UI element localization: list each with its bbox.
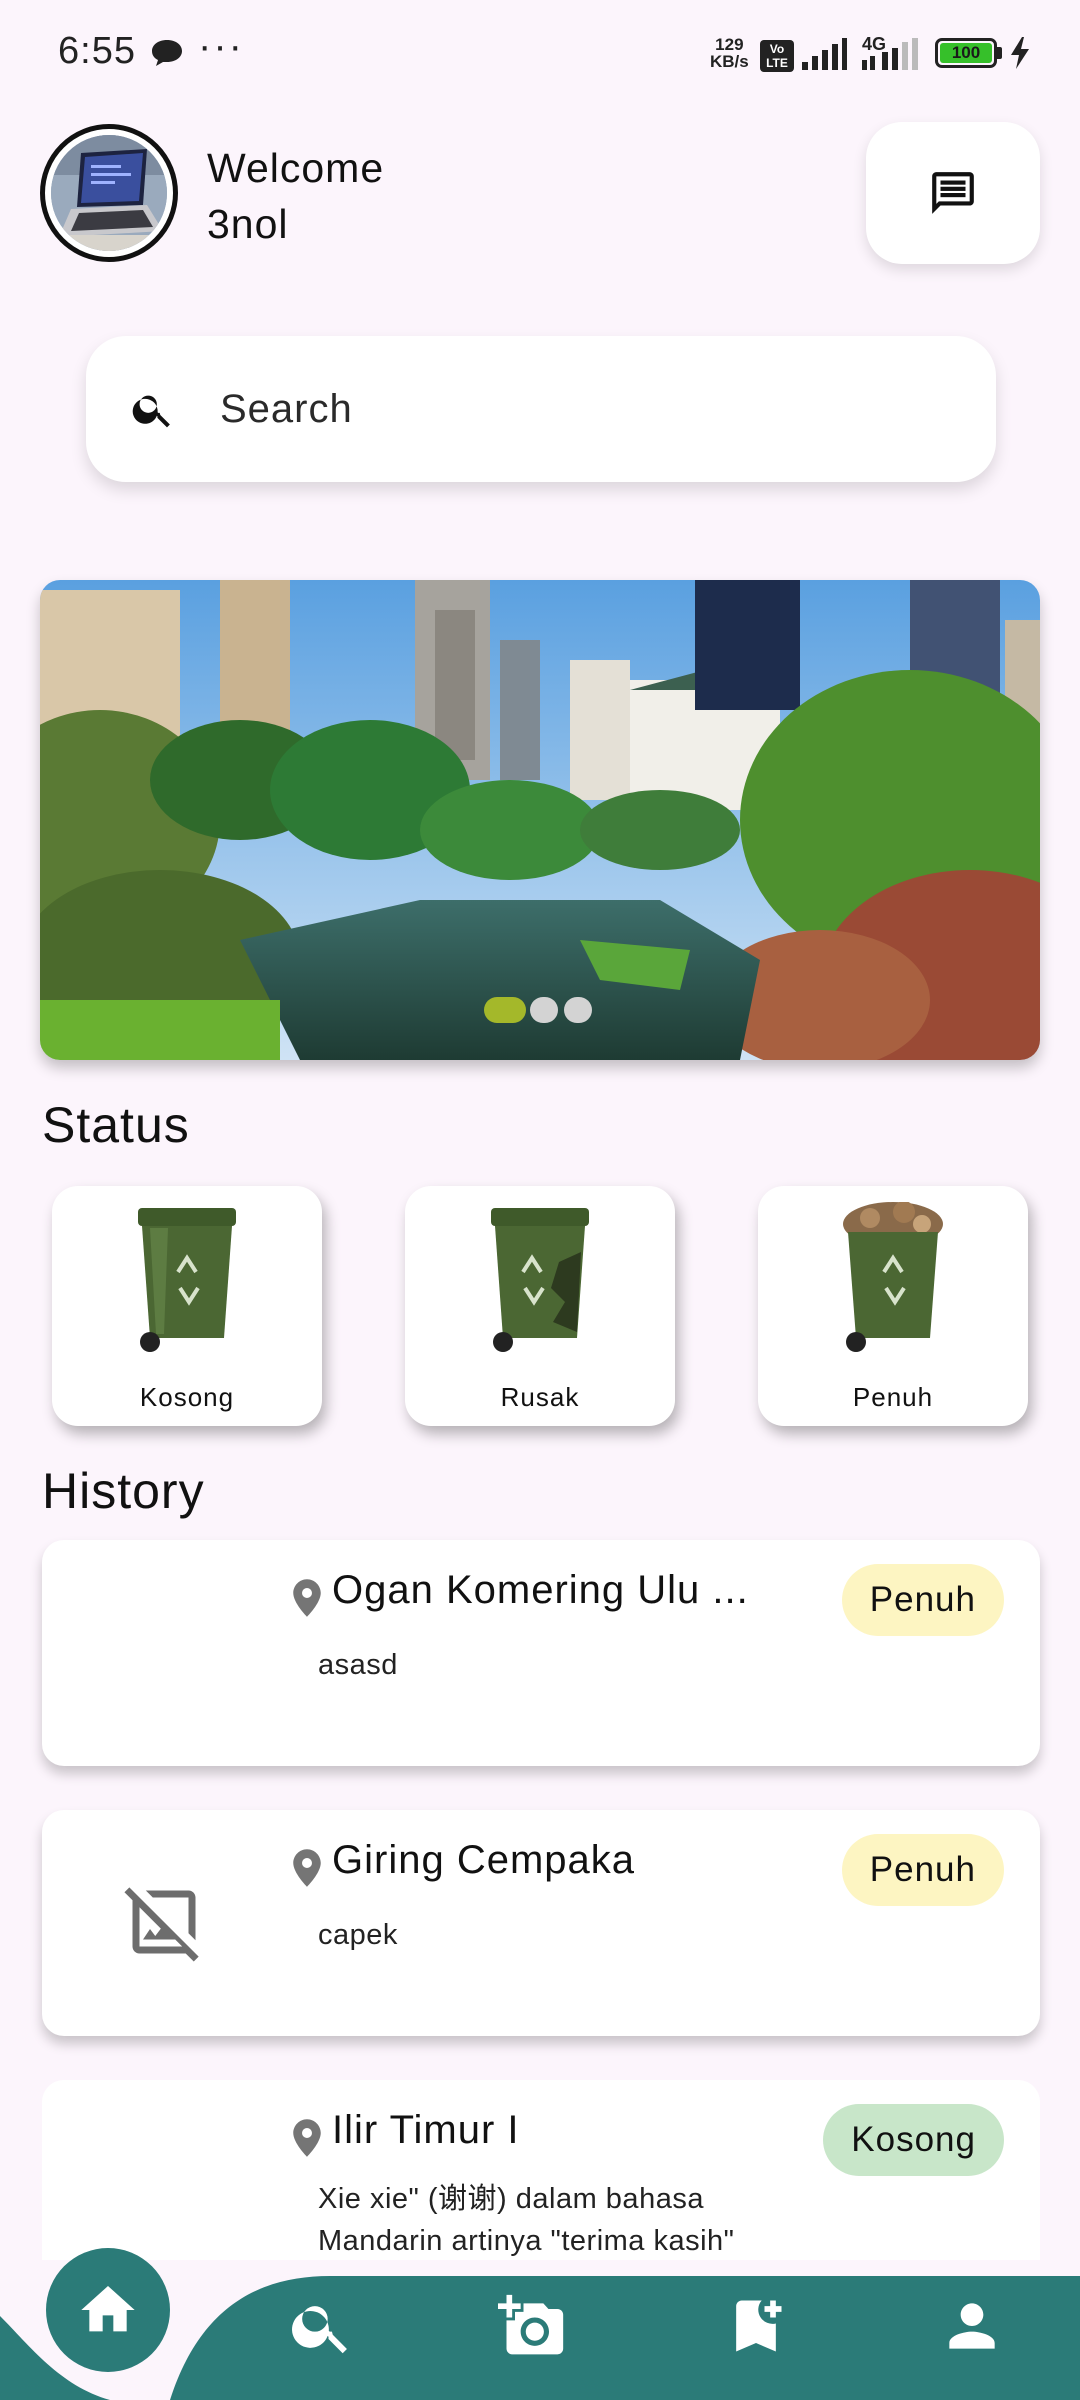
battery-nub (997, 47, 1002, 59)
trash-bin-empty-icon (138, 1208, 236, 1352)
status-label: Penuh (852, 1382, 934, 1412)
welcome-text: Welcome 3nol (207, 140, 384, 252)
location-pin-icon (293, 2119, 321, 2157)
history-description: capek (318, 1919, 398, 1951)
history-card[interactable]: Ogan Komering Ulu ... asasd Penuh (42, 1540, 1040, 1766)
trash-bin-broken-icon (491, 1208, 589, 1352)
status-label: Kosong (139, 1382, 235, 1412)
network-speed: 129 KB/s (710, 35, 749, 71)
signal-4g-icon (862, 38, 918, 70)
history-section-title: History (42, 1463, 205, 1519)
trash-bin-full-icon (843, 1202, 943, 1352)
welcome-label: Welcome (207, 145, 385, 191)
status-card-rusak[interactable]: Rusak (405, 1186, 675, 1426)
carousel-dot[interactable] (564, 997, 592, 1023)
home-icon (81, 2286, 135, 2332)
nav-search-icon[interactable] (288, 2292, 356, 2360)
status-badge: Penuh (841, 1834, 1004, 1906)
status-section-title: Status (42, 1097, 190, 1153)
history-title: Giring Cempaka (332, 1838, 636, 1882)
avatar-laptop-image (51, 135, 167, 251)
nav-profile-icon[interactable] (938, 2292, 1006, 2360)
message-icon (932, 172, 974, 214)
nav-add-photo-icon[interactable] (498, 2292, 566, 2360)
banner-carousel[interactable] (40, 580, 1040, 1060)
image-not-supported-icon (124, 1887, 199, 1962)
avatar[interactable] (40, 124, 178, 262)
carousel-indicators (0, 997, 1080, 1023)
status-bar: 6:55 ··· 129 KB/s Vo LTE 4G 100 (0, 0, 1080, 110)
carousel-dot[interactable] (530, 997, 558, 1023)
history-title: Ogan Komering Ulu ... (332, 1568, 749, 1612)
search-bar[interactable] (86, 336, 996, 482)
banner-image (40, 580, 1040, 1060)
carousel-dot-active[interactable] (484, 997, 526, 1023)
history-title: Ilir Timur I (332, 2108, 520, 2152)
history-card[interactable]: Ilir Timur I Xie xie" (谢谢) dalam bahasa … (42, 2080, 1040, 2260)
search-icon (132, 395, 170, 428)
signal-icon (802, 38, 847, 70)
username: 3nol (207, 201, 289, 247)
nav-home-button[interactable] (46, 2248, 170, 2372)
volte-badge: Vo LTE (760, 40, 794, 72)
status-label: Rusak (500, 1382, 580, 1412)
status-card-penuh[interactable]: Penuh (758, 1186, 1028, 1426)
nav-bookmark-add-icon[interactable] (722, 2292, 790, 2360)
search-input[interactable] (220, 376, 960, 442)
location-pin-icon (293, 1849, 321, 1887)
battery-icon: 100 (935, 38, 997, 68)
status-card-kosong[interactable]: Kosong (52, 1186, 322, 1426)
history-description: asasd (318, 1649, 398, 1681)
chat-bubble-icon (152, 40, 182, 66)
more-notifications-icon: ··· (198, 24, 244, 68)
status-badge: Kosong (823, 2104, 1004, 2176)
message-button[interactable] (866, 122, 1040, 264)
charging-icon (1011, 37, 1029, 69)
history-card[interactable]: Giring Cempaka capek Penuh (42, 1810, 1040, 2036)
status-badge: Penuh (841, 1564, 1004, 1636)
status-time: 6:55 (58, 30, 136, 72)
location-pin-icon (293, 1579, 321, 1617)
